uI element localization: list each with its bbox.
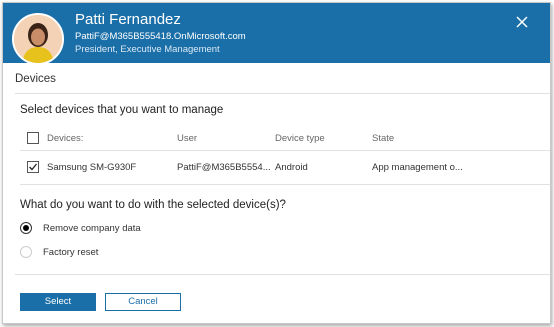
column-header-devices: Devices: [47,133,84,144]
remove-company-data-radio[interactable] [20,222,32,234]
row-checkbox[interactable] [27,161,39,173]
select-all-checkbox[interactable] [27,132,39,144]
select-devices-heading: Select devices that you want to manage [20,104,224,116]
factory-reset-label[interactable]: Factory reset [43,247,98,258]
column-header-user: User [177,133,198,144]
row-device-type: Android [275,162,308,173]
footer-divider [15,274,550,275]
table-header-divider [20,150,550,151]
row-device-name: Samsung SM-G930F [47,162,137,173]
device-management-dialog: Patti Fernandez PattiF@M365B555418.OnMic… [2,2,551,324]
cancel-button[interactable]: Cancel [105,293,181,311]
avatar [12,13,64,65]
column-header-device-type: Device type [275,133,325,144]
row-user: PattiF@M365B5554... [177,162,271,173]
row-state: App management o... [372,162,463,173]
close-icon[interactable] [514,14,530,30]
table-row-divider [20,184,550,185]
dialog-header: Patti Fernandez PattiF@M365B555418.OnMic… [3,3,550,65]
action-heading: What do you want to do with the selected… [20,199,286,211]
remove-company-data-label[interactable]: Remove company data [43,223,141,234]
factory-reset-radio[interactable] [20,246,32,258]
section-title: Devices [15,73,56,85]
select-button[interactable]: Select [20,293,96,311]
checkmark-icon [29,163,38,171]
user-name: Patti Fernandez [75,11,181,28]
user-job-title: President, Executive Management [75,44,220,55]
section-divider [15,93,550,94]
user-email: PattiF@M365B555418.OnMicrosoft.com [75,31,246,42]
column-header-state: State [372,133,395,144]
